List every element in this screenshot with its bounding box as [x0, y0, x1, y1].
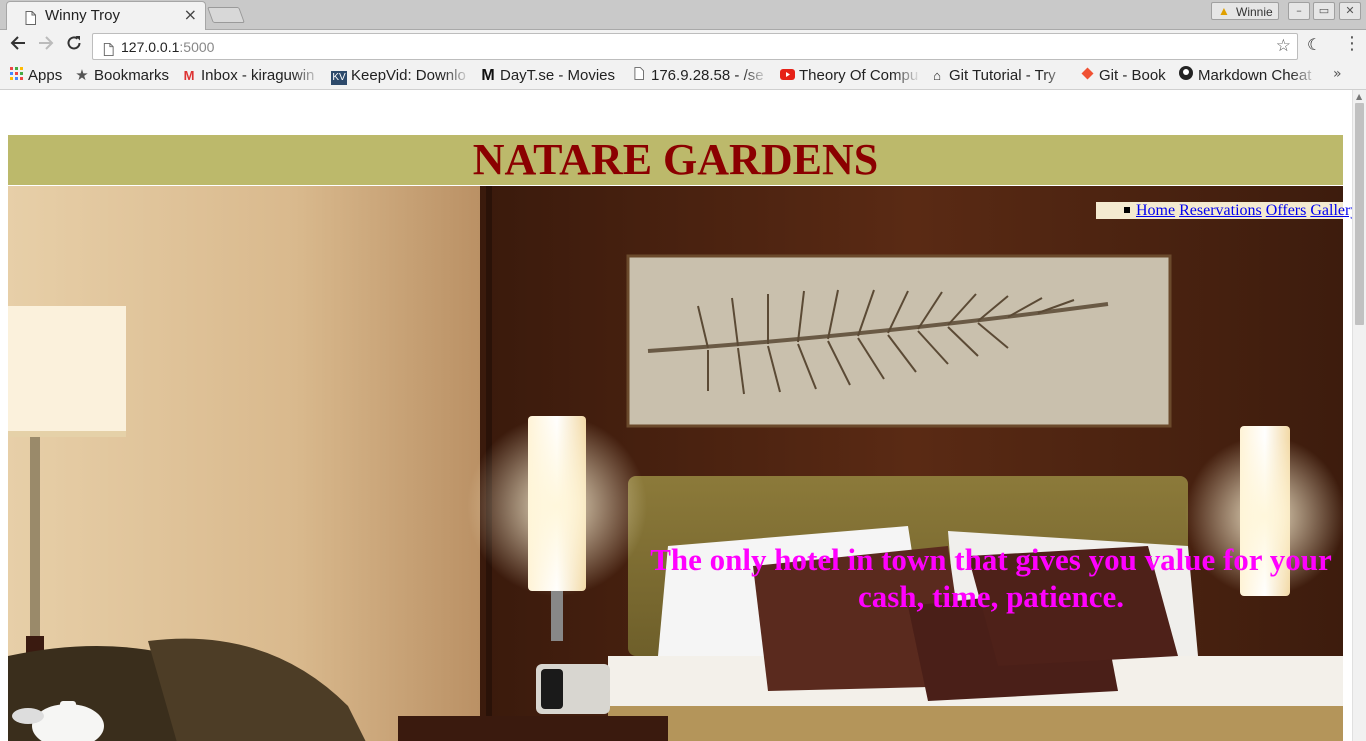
hero-tagline: The only hotel in town that gives you va… — [650, 542, 1332, 614]
tab-close-icon[interactable]: × — [184, 6, 197, 24]
browser-tab[interactable]: Winny Troy × — [6, 1, 206, 30]
bookmark-star-icon[interactable]: ☆ — [1276, 36, 1291, 56]
forward-button[interactable] — [34, 34, 58, 58]
bookmark-label: Git Tutorial - Try — [949, 67, 1056, 84]
bookmark-git-book[interactable]: Git - Book — [1079, 65, 1171, 87]
bookmark-ip-dir[interactable]: 176.9.28.58 - /se — [631, 65, 769, 87]
github-icon — [1178, 65, 1194, 87]
bookmark-label: Theory Of Compu — [799, 67, 919, 84]
bookmark-label: Inbox - kiraguwin — [201, 67, 315, 84]
keepvid-icon: KV — [331, 71, 347, 85]
scroll-up-icon[interactable]: ▲ — [1356, 92, 1362, 101]
reload-icon — [67, 36, 81, 50]
minimize-button[interactable]: – — [1288, 2, 1310, 20]
page-icon — [25, 10, 36, 29]
dayt-icon: M — [481, 67, 495, 84]
nav-link-gallery[interactable]: Gallery — [1310, 202, 1352, 219]
address-bar[interactable]: 127.0.0.1:5000 ☆ — [92, 33, 1298, 60]
hotel-bedroom-photo — [8, 186, 1343, 741]
git-icon — [1079, 65, 1095, 87]
bookmark-apps[interactable]: Apps — [8, 65, 68, 87]
bookmark-label: Apps — [28, 67, 63, 84]
restore-button[interactable]: ▭ — [1313, 2, 1335, 20]
bookmark-keepvid[interactable]: KV KeepVid: Downlo — [331, 65, 471, 87]
browser-toolbar: 127.0.0.1:5000 ☆ ☾ ⋮ — [0, 30, 1366, 62]
gmail-icon: M — [183, 68, 195, 83]
back-arrow-icon — [10, 36, 25, 50]
youtube-icon — [779, 65, 795, 87]
star-icon: ★ — [75, 67, 89, 84]
profile-name: Winnie — [1236, 5, 1273, 19]
bookmark-git-tutorial[interactable]: ⌂ Git Tutorial - Try — [929, 65, 1071, 87]
bookmark-label: KeepVid: Downlo — [351, 67, 466, 84]
nav-item: Home Reservations Offers Gallery — [1124, 202, 1352, 219]
warning-icon: ▲ — [1218, 4, 1230, 18]
tab-title: Winny Troy — [45, 7, 121, 24]
more-bookmarks-icon[interactable]: » — [1333, 66, 1342, 82]
main-nav: Home Reservations Offers Gallery — [1124, 202, 1352, 219]
bookmark-label: Git - Book — [1099, 67, 1166, 84]
bookmark-label: Markdown Cheat — [1198, 67, 1312, 84]
apps-grid-icon — [8, 65, 24, 87]
extension-icon[interactable]: ☾ — [1307, 35, 1321, 54]
profile-button[interactable]: ▲ Winnie — [1211, 2, 1279, 20]
bookmark-label: 176.9.28.58 - /se — [651, 67, 764, 84]
page-info-icon — [103, 41, 114, 60]
tab-strip: Winny Troy × ▲ Winnie – ▭ ✕ — [0, 0, 1366, 30]
hero-image — [8, 186, 1343, 741]
list-bullet — [1124, 207, 1130, 214]
url-port: :5000 — [179, 39, 215, 55]
site-header: NATARE GARDENS — [8, 135, 1343, 186]
page-icon — [631, 65, 647, 87]
nav-link-offers[interactable]: Offers — [1266, 202, 1307, 219]
chrome-menu-icon[interactable]: ⋮ — [1343, 34, 1361, 54]
bookmark-label: DayT.se - Movies — [500, 67, 616, 84]
octocat-icon: ⌂ — [933, 68, 941, 83]
new-tab-button[interactable] — [207, 7, 245, 23]
page-viewport: NATARE GARDENS Home Reservations Offers … — [0, 90, 1352, 741]
bookmark-dayt[interactable]: M DayT.se - Movies — [480, 65, 622, 87]
nav-link-home[interactable]: Home — [1136, 202, 1175, 219]
back-button[interactable] — [6, 34, 30, 58]
scroll-thumb[interactable] — [1355, 103, 1364, 325]
bookmark-theory[interactable]: Theory Of Compu — [779, 65, 921, 87]
reload-button[interactable] — [62, 34, 86, 58]
site-title: NATARE GARDENS — [472, 135, 879, 184]
bookmarks-bar: Apps ★ Bookmarks M Inbox - kiraguwin KV Kee… — [0, 62, 1366, 90]
bookmark-inbox[interactable]: M Inbox - kiraguwin — [181, 65, 321, 87]
forward-arrow-icon — [39, 36, 54, 50]
page-scrollbar[interactable]: ▲ — [1352, 90, 1366, 741]
url-host: 127.0.0.1 — [121, 39, 180, 55]
nav-link-reservations[interactable]: Reservations — [1179, 202, 1262, 219]
bookmark-bookmarks[interactable]: ★ Bookmarks — [74, 65, 174, 87]
window-close-button[interactable]: ✕ — [1339, 2, 1361, 20]
url-text: 127.0.0.1:5000 — [121, 39, 214, 55]
bookmark-label: Bookmarks — [94, 67, 170, 84]
bookmark-markdown[interactable]: Markdown Cheat — [1178, 65, 1318, 87]
